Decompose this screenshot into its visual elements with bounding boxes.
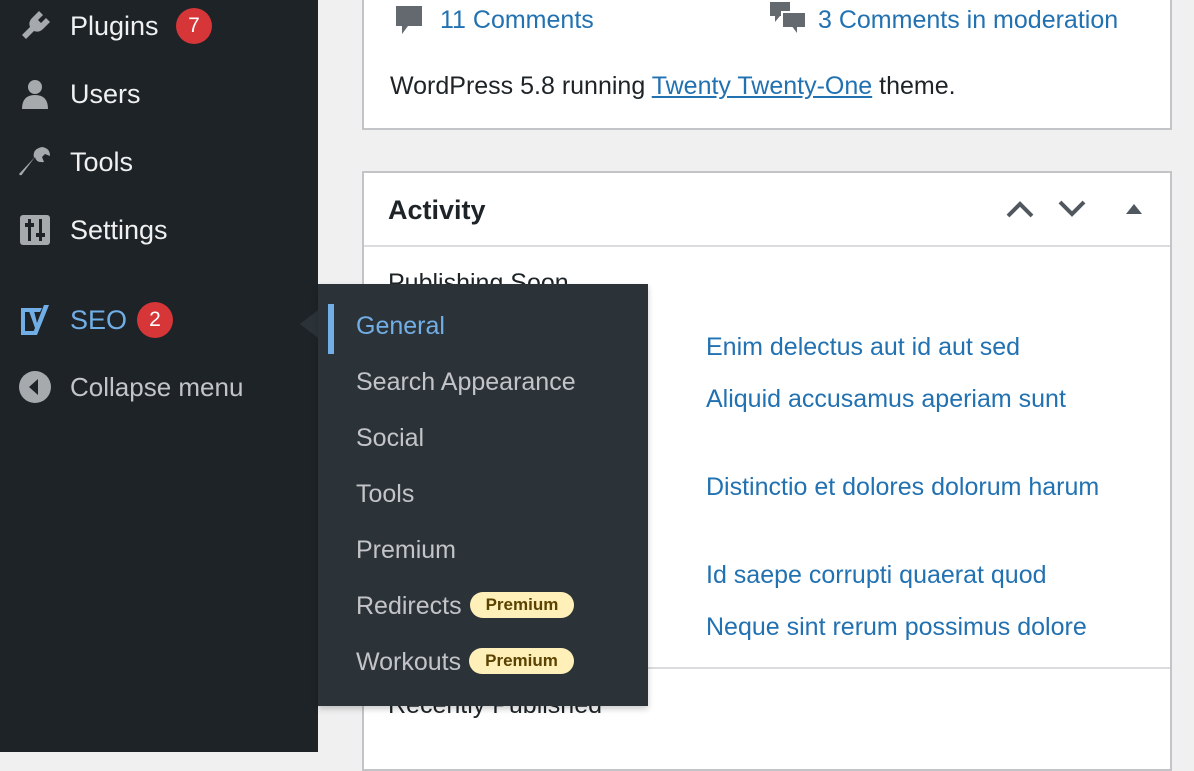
submenu-item-general[interactable]: General [356, 312, 445, 341]
sidebar-item-users[interactable]: Users [0, 64, 318, 124]
chevron-up-icon [1006, 201, 1034, 218]
post-link[interactable]: Aliquid accusamus aperiam sunt [706, 385, 1066, 414]
submenu-item-search-appearance[interactable]: Search Appearance [356, 368, 576, 397]
comment-icon [394, 4, 424, 43]
sidebar-item-tools[interactable]: Tools [0, 132, 318, 192]
move-up-button[interactable] [1002, 191, 1038, 227]
sidebar-item-seo[interactable]: SEO 2 [0, 290, 318, 350]
sidebar-item-settings[interactable]: Settings [0, 200, 318, 260]
wordpress-version-text: WordPress 5.8 running Twenty Twenty-One … [390, 72, 956, 101]
chevron-down-icon [1058, 200, 1086, 217]
comments-moderation-icon [768, 0, 808, 43]
plugin-icon [18, 9, 52, 43]
post-link[interactable]: Distinctio et dolores dolorum harum [706, 473, 1099, 502]
yoast-icon [18, 303, 52, 337]
post-link[interactable]: Enim delectus aut id aut sed [706, 333, 1020, 362]
users-icon [18, 77, 52, 111]
submenu-pointer [300, 310, 318, 338]
sidebar-item-label: Plugins [70, 10, 159, 41]
admin-sidebar: Plugins 7 Users Tools Settings SEO 2 Col… [0, 0, 318, 752]
active-indicator [328, 304, 334, 354]
sidebar-item-label: Settings [70, 214, 168, 245]
collapse-menu-button[interactable]: Collapse menu [0, 357, 318, 417]
notification-count-badge: 2 [137, 302, 173, 338]
sidebar-item-label: Users [70, 78, 141, 109]
update-count-badge: 7 [176, 8, 212, 44]
version-text: WordPress 5.8 running [390, 72, 652, 100]
move-down-button[interactable] [1054, 191, 1090, 227]
sidebar-item-label: Tools [70, 146, 134, 177]
submenu-item-tools[interactable]: Tools [356, 480, 414, 509]
submenu-item-label: Workouts [356, 648, 462, 676]
theme-link[interactable]: Twenty Twenty-One [652, 72, 872, 100]
activity-header: Activity [364, 173, 1170, 247]
toggle-panel-button[interactable] [1116, 191, 1152, 227]
widget-title: Activity [388, 195, 486, 225]
wrench-icon [18, 145, 52, 179]
post-link[interactable]: Neque sint rerum possimus dolore [706, 613, 1087, 642]
sidebar-item-plugins[interactable]: Plugins 7 [0, 0, 318, 56]
submenu-item-workouts[interactable]: Workouts Premium [356, 648, 574, 677]
submenu-item-premium[interactable]: Premium [356, 536, 456, 565]
sidebar-item-label: Collapse menu [70, 371, 244, 402]
submenu-item-redirects[interactable]: Redirects Premium [356, 592, 575, 621]
theme-suffix-text: theme. [872, 72, 956, 100]
collapse-arrow-icon [18, 370, 52, 404]
settings-sliders-icon [18, 213, 52, 247]
premium-badge: Premium [469, 592, 575, 619]
submenu-item-social[interactable]: Social [356, 424, 424, 453]
moderation-link[interactable]: 3 Comments in moderation [818, 6, 1118, 35]
caret-up-icon [1126, 204, 1142, 214]
sidebar-item-label: SEO [70, 304, 128, 335]
seo-submenu: General Search Appearance Social Tools P… [318, 284, 648, 706]
at-a-glance-widget: 11 Comments 3 Comments in moderation Wor… [362, 0, 1172, 130]
comments-link[interactable]: 11 Comments [440, 6, 594, 35]
post-link[interactable]: Id saepe corrupti quaerat quod [706, 561, 1047, 590]
submenu-item-label: Redirects [356, 592, 462, 620]
premium-badge: Premium [469, 648, 574, 675]
